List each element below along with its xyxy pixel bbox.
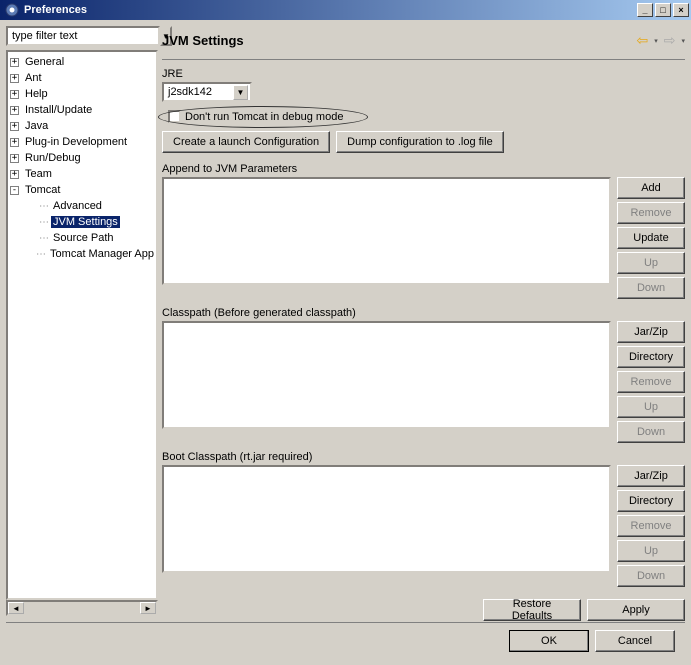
tree-item-install-update[interactable]: Install/Update bbox=[23, 104, 94, 116]
debug-mode-label[interactable]: Don't run Tomcat in debug mode bbox=[185, 111, 343, 123]
add-button[interactable]: Add bbox=[617, 177, 685, 199]
ok-button[interactable]: OK bbox=[509, 630, 589, 652]
remove-button: Remove bbox=[617, 515, 685, 537]
tree-spacer bbox=[26, 250, 32, 259]
scroll-left-button[interactable]: ◄ bbox=[8, 602, 24, 614]
jarzip-button[interactable]: Jar/Zip bbox=[617, 321, 685, 343]
bootclasspath-list[interactable] bbox=[162, 465, 611, 573]
app-icon bbox=[4, 2, 20, 18]
filter-input[interactable] bbox=[6, 26, 160, 46]
tree-item-tomcat-manager[interactable]: Tomcat Manager App bbox=[48, 248, 156, 260]
tree-connector-icon: ⋯ bbox=[39, 201, 49, 212]
tree-connector-icon: ⋯ bbox=[39, 217, 49, 228]
minimize-button[interactable]: _ bbox=[637, 3, 653, 17]
down-button: Down bbox=[617, 277, 685, 299]
cancel-button[interactable]: Cancel bbox=[595, 630, 675, 652]
tree-item-source-path[interactable]: Source Path bbox=[51, 232, 116, 244]
dump-config-button[interactable]: Dump configuration to .log file bbox=[336, 131, 504, 153]
expand-icon[interactable]: + bbox=[10, 122, 19, 131]
tree-spacer bbox=[26, 234, 35, 243]
tree-spacer bbox=[26, 202, 35, 211]
tree-item-team[interactable]: Team bbox=[23, 168, 54, 180]
close-button[interactable]: × bbox=[673, 3, 689, 17]
tree-item-ant[interactable]: Ant bbox=[23, 72, 44, 84]
dropdown-icon[interactable]: ▼ bbox=[233, 85, 248, 100]
apply-button[interactable]: Apply bbox=[587, 599, 685, 621]
jre-select[interactable]: j2sdk142 ▼ bbox=[162, 82, 252, 102]
update-button[interactable]: Update bbox=[617, 227, 685, 249]
preferences-tree[interactable]: + General + Ant + Help + Install/Update + Jav… bbox=[6, 50, 158, 600]
classpath-label: Classpath (Before generated classpath) bbox=[162, 307, 685, 319]
create-launch-button[interactable]: Create a launch Configuration bbox=[162, 131, 330, 153]
tree-connector-icon: ⋯ bbox=[39, 233, 49, 244]
expand-icon[interactable]: + bbox=[10, 154, 19, 163]
directory-button[interactable]: Directory bbox=[617, 490, 685, 512]
up-button: Up bbox=[617, 540, 685, 562]
tree-connector-icon: ⋯ bbox=[36, 249, 46, 260]
horizontal-scrollbar[interactable]: ◄ ► bbox=[6, 600, 158, 616]
tree-item-general[interactable]: General bbox=[23, 56, 66, 68]
up-button: Up bbox=[617, 396, 685, 418]
maximize-button[interactable]: □ bbox=[655, 3, 671, 17]
tree-item-jvm-settings[interactable]: JVM Settings bbox=[51, 216, 120, 228]
back-dropdown-icon[interactable]: ▾ bbox=[654, 37, 658, 45]
back-arrow-icon[interactable]: ⇦ bbox=[637, 32, 649, 49]
expand-icon[interactable]: + bbox=[10, 106, 19, 115]
remove-button: Remove bbox=[617, 371, 685, 393]
remove-button: Remove bbox=[617, 202, 685, 224]
tree-spacer bbox=[26, 218, 35, 227]
bootclasspath-label: Boot Classpath (rt.jar required) bbox=[162, 451, 685, 463]
tree-item-help[interactable]: Help bbox=[23, 88, 50, 100]
expand-icon[interactable]: + bbox=[10, 170, 19, 179]
directory-button[interactable]: Directory bbox=[617, 346, 685, 368]
jvm-params-label: Append to JVM Parameters bbox=[162, 163, 685, 175]
down-button: Down bbox=[617, 565, 685, 587]
jarzip-button[interactable]: Jar/Zip bbox=[617, 465, 685, 487]
titlebar: Preferences _ □ × bbox=[0, 0, 691, 20]
left-pane: ▼ +General +Ant +Help +Install/Update +J… bbox=[6, 26, 158, 616]
jvm-params-list[interactable] bbox=[162, 177, 611, 285]
jre-value: j2sdk142 bbox=[166, 86, 233, 98]
tree-item-java[interactable]: Java bbox=[23, 120, 50, 132]
forward-arrow-icon: ⇨ bbox=[664, 32, 676, 49]
expand-icon[interactable]: + bbox=[10, 138, 19, 147]
forward-dropdown-icon: ▾ bbox=[681, 37, 685, 45]
tree-item-run-debug[interactable]: Run/Debug bbox=[23, 152, 83, 164]
tree-item-plugin-dev[interactable]: Plug-in Development bbox=[23, 136, 129, 148]
down-button: Down bbox=[617, 421, 685, 443]
right-pane: JVM Settings ⇦ ▾ ⇨ ▾ JRE j2sdk142 ▼ Don't … bbox=[162, 26, 685, 616]
tree-item-tomcat[interactable]: Tomcat bbox=[23, 184, 62, 196]
jre-label: JRE bbox=[162, 68, 685, 80]
restore-defaults-button[interactable]: Restore Defaults bbox=[483, 599, 581, 621]
expand-icon[interactable]: + bbox=[10, 90, 19, 99]
page-title: JVM Settings bbox=[162, 33, 637, 48]
tree-item-advanced[interactable]: Advanced bbox=[51, 200, 104, 212]
debug-mode-checkbox[interactable] bbox=[168, 110, 181, 123]
classpath-list[interactable] bbox=[162, 321, 611, 429]
scroll-right-button[interactable]: ► bbox=[140, 602, 156, 614]
window-title: Preferences bbox=[24, 4, 637, 16]
expand-icon[interactable]: + bbox=[10, 58, 19, 67]
up-button: Up bbox=[617, 252, 685, 274]
collapse-icon[interactable]: - bbox=[10, 186, 19, 195]
expand-icon[interactable]: + bbox=[10, 74, 19, 83]
